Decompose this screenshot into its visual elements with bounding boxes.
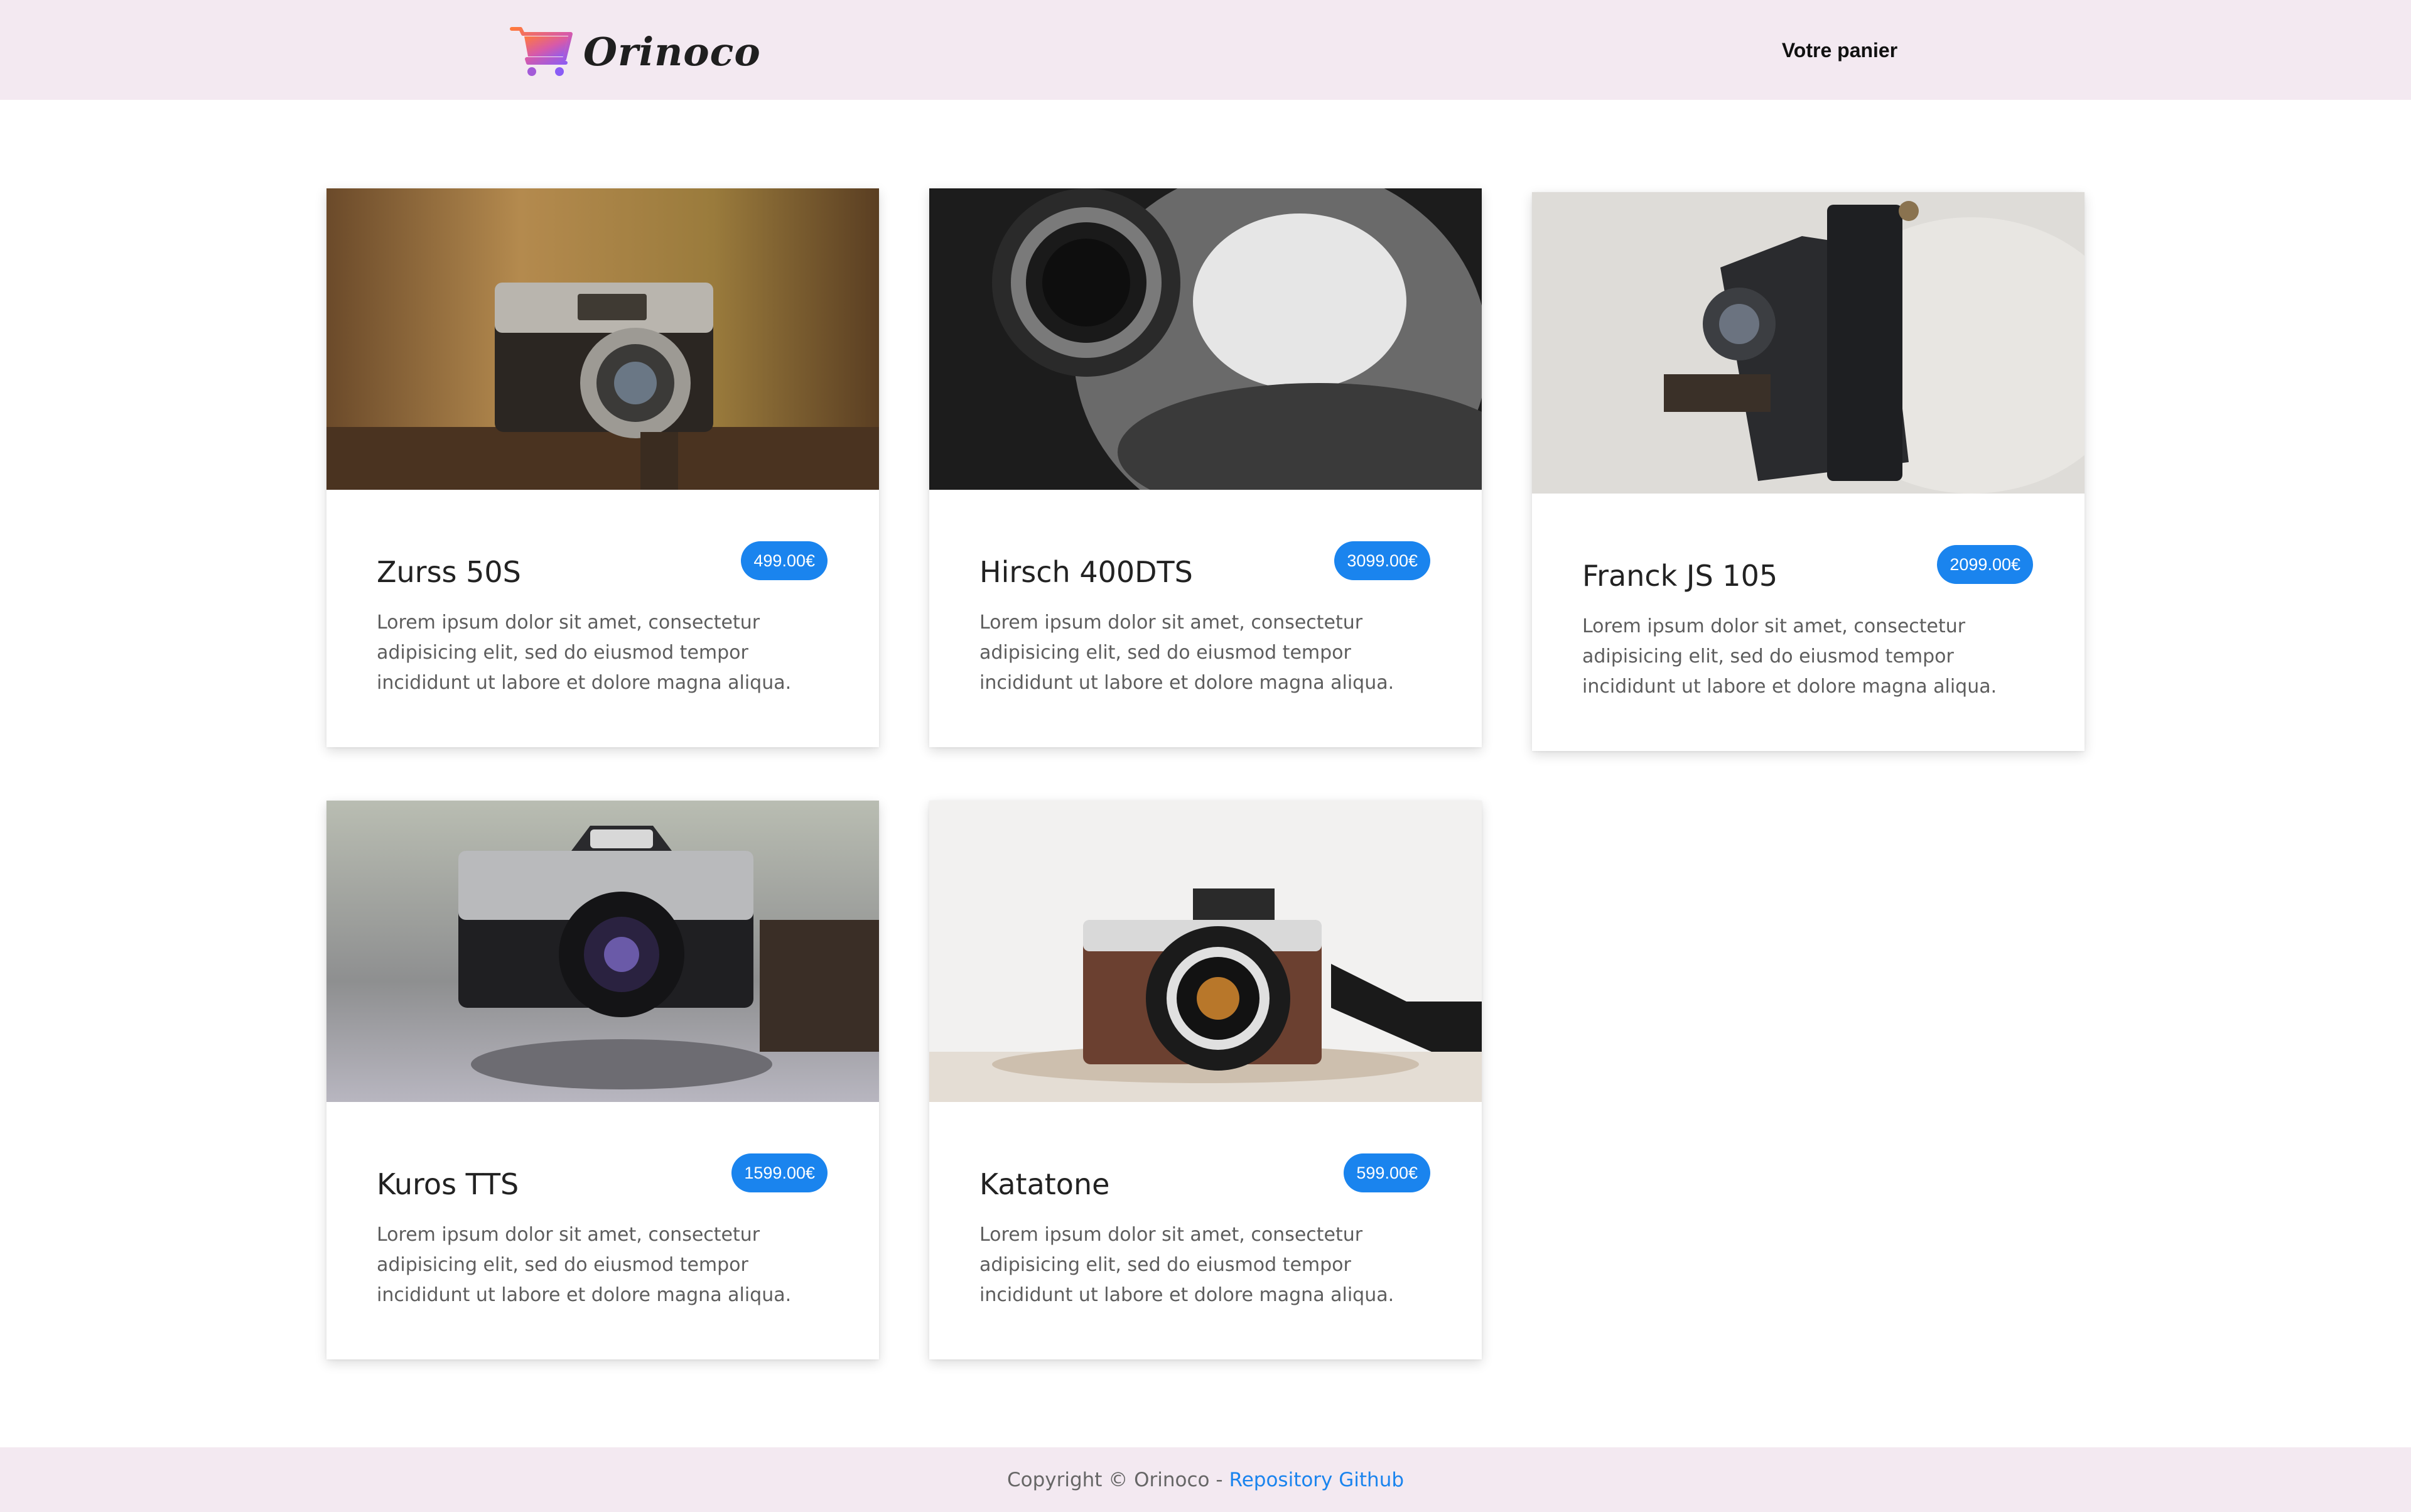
product-description: Lorem ipsum dolor sit amet, consectetur … xyxy=(377,1224,792,1306)
page-footer: Copyright © Orinoco - Repository Github xyxy=(0,1447,2411,1512)
product-card[interactable]: Zurss 50S 499.00€ Lorem ipsum dolor sit … xyxy=(326,188,879,747)
copyright-text: Copyright © Orinoco - xyxy=(1006,1468,1223,1491)
product-name: Franck JS 105 xyxy=(1582,559,1778,593)
github-repo-link[interactable]: Repository Github xyxy=(1229,1469,1404,1491)
price-badge: 599.00€ xyxy=(1344,1153,1430,1192)
product-name: Zurss 50S xyxy=(377,555,521,589)
price-badge: 1599.00€ xyxy=(731,1153,828,1192)
product-description: Lorem ipsum dolor sit amet, consectetur … xyxy=(1582,615,1997,698)
product-image xyxy=(326,801,879,1102)
product-image xyxy=(929,188,1482,490)
product-image xyxy=(929,801,1482,1102)
shopping-cart-icon xyxy=(510,27,573,76)
price-badge: 499.00€ xyxy=(741,541,828,580)
product-name: Hirsch 400DTS xyxy=(979,555,1193,589)
brand-home-link[interactable]: Orinoco xyxy=(509,24,761,79)
price-badge: 3099.00€ xyxy=(1334,541,1430,580)
product-name: Kuros TTS xyxy=(377,1167,519,1201)
product-card[interactable]: Katatone 599.00€ Lorem ipsum dolor sit a… xyxy=(929,801,1482,1359)
product-description: Lorem ipsum dolor sit amet, consectetur … xyxy=(979,612,1394,694)
top-navbar: Orinoco Votre panier xyxy=(0,0,2411,100)
product-image xyxy=(326,188,879,490)
product-description: Lorem ipsum dolor sit amet, consectetur … xyxy=(377,612,792,694)
product-description: Lorem ipsum dolor sit amet, consectetur … xyxy=(979,1224,1394,1306)
product-name: Katatone xyxy=(979,1167,1110,1201)
price-badge: 2099.00€ xyxy=(1937,545,2033,584)
product-image xyxy=(1532,192,2085,494)
cart-link[interactable]: Votre panier xyxy=(1758,35,1921,65)
product-card[interactable]: Hirsch 400DTS 3099.00€ Lorem ipsum dolor… xyxy=(929,188,1482,747)
brand-name: Orinoco xyxy=(583,28,761,75)
product-card[interactable]: Franck JS 105 2099.00€ Lorem ipsum dolor… xyxy=(1532,192,2085,751)
product-card[interactable]: Kuros TTS 1599.00€ Lorem ipsum dolor sit… xyxy=(326,801,879,1359)
